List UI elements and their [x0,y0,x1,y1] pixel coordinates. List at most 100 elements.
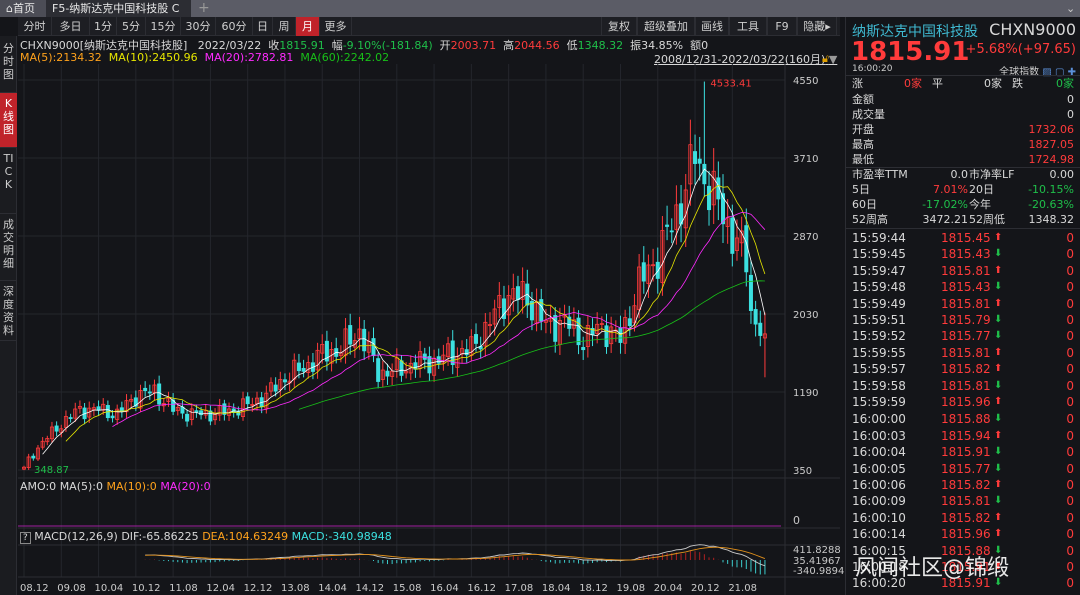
sidebar-item-label: 分时图 [3,42,14,81]
tool-button-3[interactable]: 工具 [729,17,767,36]
stat-row: 最低 1724.98 [852,153,1074,166]
period-5[interactable]: 30分 [181,17,216,36]
period-10[interactable]: 更多 [320,17,352,36]
sidebar-item-0[interactable]: 分时图 [0,38,17,93]
period-6[interactable]: 60分 [216,17,253,36]
candle-down [385,370,390,377]
candle-down [143,387,148,392]
tool-button-0[interactable]: 复权 [601,17,637,36]
arrow-down-icon: ⬇ [994,462,1003,474]
arrow-down-icon: ⬇ [994,446,1003,458]
candle-down [474,334,479,344]
x-tick-label: 18.04 [542,583,571,594]
macd-legend: ? MACD(12,26,9) DIF:-65.86225 DEA:104.63… [20,530,392,544]
candle-down [450,340,455,366]
candle-down [427,356,432,374]
tick-row: 15:59:59 1815.96 ⬆ 0 [852,395,1074,409]
period-9[interactable]: 月 [296,17,320,36]
sidebar-item-label: 成交明细 [3,218,14,270]
arrow-down-icon: ⬇ [994,248,1003,260]
tab-home[interactable]: ⌂首页 [0,0,46,17]
sidebar-item-3[interactable]: 成交明细 [0,214,17,281]
x-tick-label: 12.04 [206,583,235,594]
x-tick-label: 16.12 [467,583,496,594]
ma10-line [65,184,766,442]
sidebar-item-label: K线图 [3,97,14,136]
ma5-line [42,168,766,455]
period-0[interactable]: 分时 [18,17,52,36]
tool-button-5[interactable]: 隐藏▸ [797,17,837,36]
last-price: 1815.91 [851,37,970,67]
tick-row: 15:59:57 1815.82 ⬆ 0 [852,362,1074,377]
index-code: CHXN9000 [989,20,1076,39]
chevron-down-icon[interactable]: ⌄ [1060,0,1080,17]
arrow-up-icon: ⬆ [994,346,1003,358]
candle-down [581,347,586,351]
y-tick-label: 4550 [793,76,818,87]
sidebar-item-1[interactable]: K线图 [0,93,17,148]
tick-row: 15:59:45 1815.43 ⬇ 0 [852,247,1074,262]
y-tick-label: 1190 [793,388,818,399]
candle-down [744,225,749,273]
candle-down [301,367,306,372]
tool-button-1[interactable]: 超级叠加 [637,17,695,36]
tool-button-2[interactable]: 画线 [695,17,729,36]
x-tick-label: 14.12 [356,583,385,594]
period-1[interactable]: 多日 [52,17,90,36]
quote-time: 16:00:20 [852,64,893,74]
candle-down [627,318,632,327]
sidebar-item-2[interactable]: TICK [0,148,17,214]
arrow-up-icon: ⬆ [994,297,1003,309]
add-tab-button[interactable]: + [192,0,216,17]
x-tick-label: 19.08 [616,583,645,594]
ma-legend: MA(5):2134.32 MA(10):2450.96 MA(20):2782… [20,51,390,64]
help-icon[interactable]: ? [20,532,31,544]
candle-down [147,391,152,394]
candle-down [399,360,404,376]
amo-legend: AMO:0 MA(5):0 MA(10):0 MA(20):0 [20,480,211,493]
arrow-down-icon: ⬇ [994,281,1003,293]
arrow-up-icon: ⬆ [994,232,1003,243]
sidebar-item-4[interactable]: 深度资料 [0,281,17,341]
sidebar-item-label: TICK [3,152,14,191]
candle-down [693,151,698,164]
candle-down [68,417,73,419]
market-breadth: 涨 0家 平 0家 跌 0家 [852,77,1074,90]
tab-nasdaq-china-tech[interactable]: F5-纳斯达克中国科技股 C ✕ [46,0,191,32]
period-4[interactable]: 15分 [146,17,181,36]
candle-down [515,286,520,301]
x-tick-label: 09.08 [57,583,86,594]
tick-row: 15:59:47 1815.81 ⬆ 0 [852,263,1074,278]
sidebar-item-label: 深度资料 [3,285,14,337]
tick-row: 16:00:10 1815.82 ⬆ 0 [852,510,1074,525]
x-tick-label: 14.04 [318,583,347,594]
candle-down [273,384,278,392]
y-tick-label: 2870 [793,232,818,243]
tick-row: 16:00:05 1815.77 ⬇ 0 [852,461,1074,476]
candle-down [655,261,660,279]
candle-down [697,158,702,164]
min-annotation: 348.87 [34,465,69,476]
x-tick-label: 12.12 [244,583,273,594]
period-2[interactable]: 1分 [90,17,117,36]
stat-row: 成交量 0 [852,108,1074,121]
ratio-row: 52周高 3472.21 52周低 1348.32 [852,213,1074,226]
period-toolbar: 分时 多日 1分 5分 15分 30分 60分日周月更多 复权 超级叠加 画线 工具 F9 隐藏▸ [18,17,840,36]
period-8[interactable]: 周 [273,17,296,36]
tab-bar: ⌂首页 F5-纳斯达克中国科技股 C ✕ + ⌄ [0,0,1080,32]
x-tick-label: 13.08 [281,583,310,594]
x-tick-label: 10.12 [132,583,161,594]
tick-row: 16:00:14 1815.96 ⬆ 0 [852,527,1074,542]
candle-down [110,415,115,419]
x-tick-label: 17.08 [505,583,534,594]
tick-row: 15:59:49 1815.81 ⬆ 0 [852,296,1074,311]
arrow-down-icon: ⬇ [994,495,1003,507]
candle-down [665,224,670,227]
kline-chart[interactable]: 08.12 09.08 10.04 10.12 11.08 12.04 12.12 13.08… [18,64,840,595]
period-3[interactable]: 5分 [117,17,146,36]
tool-button-4[interactable]: F9 [767,17,797,36]
arrow-down-icon: ⬇ [994,413,1003,425]
x-tick-label: 21.08 [728,583,757,594]
period-7[interactable]: 日 [253,17,273,36]
candle-down [54,425,59,432]
